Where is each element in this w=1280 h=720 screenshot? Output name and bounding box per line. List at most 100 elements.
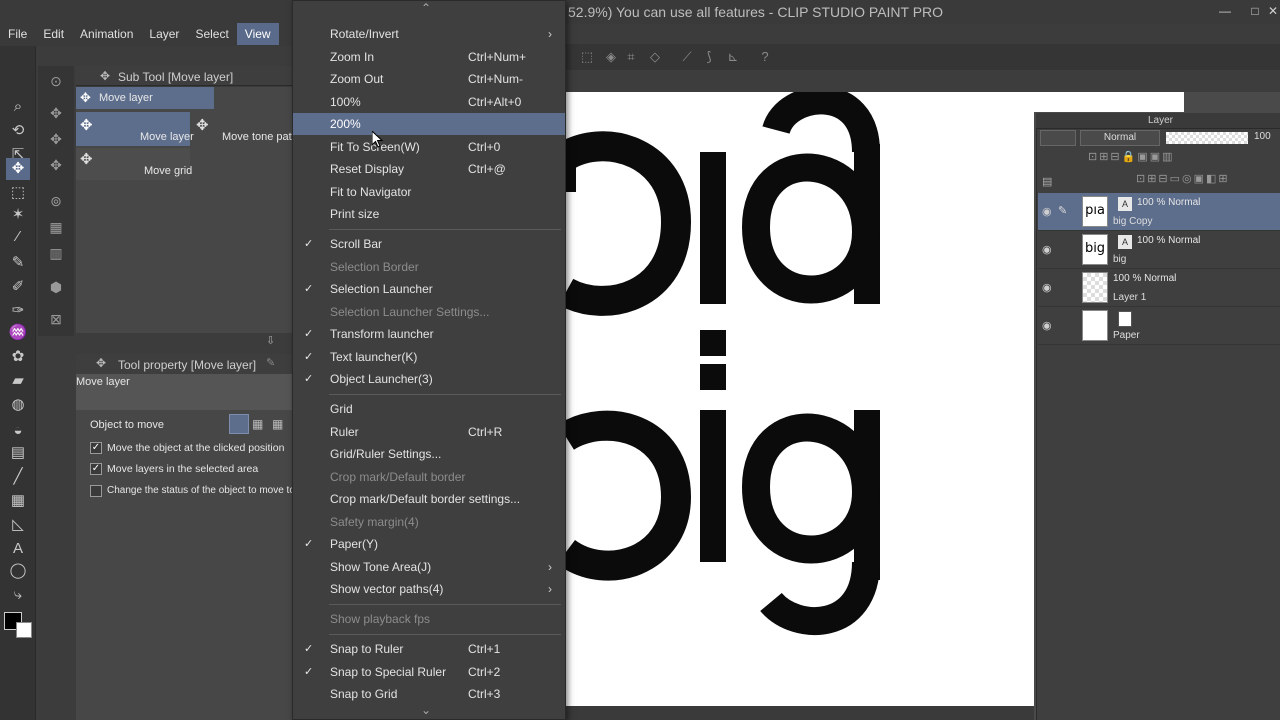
opacity-slider[interactable] bbox=[1166, 132, 1248, 144]
auto-select-icon[interactable]: ✶ bbox=[6, 204, 30, 226]
menu-item-text-launcher[interactable]: ✓ Text launcher(K) bbox=[293, 346, 565, 368]
snap-ruler-icon[interactable]: ⟋ bbox=[678, 48, 696, 66]
tile-icon[interactable]: ▥ bbox=[44, 242, 68, 264]
fill-icon[interactable]: ◈ bbox=[602, 48, 620, 66]
menu-item-ruler[interactable]: Ruler Ctrl+R bbox=[293, 421, 565, 443]
menu-item-100[interactable]: 100% Ctrl+Alt+0 bbox=[293, 91, 565, 113]
layer-color-dropdown[interactable] bbox=[1040, 130, 1076, 146]
layer-row[interactable]: ◉ ✎ pıa A 100 % Normal big Copy bbox=[1038, 193, 1280, 231]
menu-item-snap-to-special-ruler[interactable]: ✓ Snap to Special Ruler Ctrl+2 bbox=[293, 661, 565, 683]
subtool-tile-label[interactable]: Move tone patte bbox=[222, 131, 292, 143]
frame-icon[interactable]: ▦ bbox=[6, 490, 30, 512]
menu-animation[interactable]: Animation bbox=[72, 23, 141, 45]
menu-item-snap-to-grid[interactable]: Snap to Grid Ctrl+3 bbox=[293, 683, 565, 705]
move-object-icon[interactable]: ✥ bbox=[44, 128, 68, 150]
selection-tool-icon[interactable]: ⬚ bbox=[6, 182, 30, 204]
layer-row[interactable]: ◉ big A 100 % Normal big bbox=[1038, 231, 1280, 269]
visibility-eye-icon[interactable]: ◉ bbox=[1042, 319, 1052, 332]
object-mode-grid-icon[interactable]: ▦ bbox=[252, 417, 263, 431]
layer-lock-icons[interactable]: ⊡⊞⊟🔒▣▣▥ bbox=[1088, 150, 1276, 166]
menu-item-selection-launcher[interactable]: ✓ Selection Launcher bbox=[293, 278, 565, 300]
layer-row[interactable]: ◉ Paper bbox=[1038, 307, 1280, 345]
move-tool-icon[interactable]: ✥ bbox=[6, 158, 30, 180]
snap-special-icon[interactable]: ⟆ bbox=[700, 48, 718, 66]
menu-layer[interactable]: Layer bbox=[141, 23, 187, 45]
horizontal-scrollbar[interactable] bbox=[566, 706, 1034, 720]
menu-item-transform-launcher[interactable]: ✓ Transform launcher bbox=[293, 323, 565, 345]
correct-line-icon[interactable]: ⤷ bbox=[6, 584, 30, 606]
eraser-icon[interactable]: ▰ bbox=[6, 370, 30, 392]
lasso-tool-icon[interactable]: ⟲ bbox=[6, 120, 30, 142]
pencil-icon[interactable]: ✐ bbox=[6, 276, 30, 298]
move-option-icon[interactable]: ✥ bbox=[44, 154, 68, 176]
balloon-icon[interactable]: ◯ bbox=[6, 560, 30, 582]
crop-icon[interactable]: ⌗ bbox=[622, 48, 640, 66]
menu-select[interactable]: Select bbox=[187, 23, 236, 45]
pen-icon[interactable]: ✎ bbox=[6, 252, 30, 274]
menu-edit[interactable]: Edit bbox=[35, 23, 72, 45]
shape-icon[interactable]: ◇ bbox=[646, 48, 664, 66]
menu-item-show-tone-area[interactable]: Show Tone Area(J) › bbox=[293, 556, 565, 578]
balloon-tail-icon[interactable]: ◺ bbox=[6, 514, 30, 536]
option-checkbox-3[interactable] bbox=[90, 485, 102, 497]
canvas[interactable] bbox=[566, 92, 1034, 706]
text-tool-icon[interactable]: A bbox=[6, 538, 30, 560]
menu-item-fit-to-screen[interactable]: Fit To Screen(W) Ctrl+0 bbox=[293, 136, 565, 158]
airbrush-icon[interactable]: ♒ bbox=[6, 322, 30, 344]
maximize-button[interactable]: □ bbox=[1246, 3, 1264, 19]
menu-item-zoom-in[interactable]: Zoom In Ctrl+Num+ bbox=[293, 46, 565, 68]
option-checkbox-2[interactable]: ✓ bbox=[90, 463, 102, 475]
menu-item-scroll-bar[interactable]: ✓ Scroll Bar bbox=[293, 233, 565, 255]
material-icon[interactable]: ⬢ bbox=[44, 276, 68, 298]
menu-item-paper[interactable]: ✓ Paper(Y) bbox=[293, 533, 565, 555]
edit-icon[interactable]: ✎ bbox=[266, 356, 275, 369]
menu-item-200[interactable]: 200% bbox=[293, 113, 565, 135]
menu-item-fit-to-navigator[interactable]: Fit to Navigator bbox=[293, 181, 565, 203]
visibility-eye-icon[interactable]: ◉ bbox=[1042, 205, 1052, 218]
fill-tool-icon[interactable]: ◒ bbox=[6, 420, 30, 442]
subtool-selected-label: Move layer bbox=[99, 92, 153, 104]
menu-item-object-launcher[interactable]: ✓ Object Launcher(3) bbox=[293, 368, 565, 390]
menu-scroll-up-icon[interactable]: ⌃ bbox=[421, 1, 431, 15]
snap-grid-icon[interactable]: ⊾ bbox=[724, 48, 742, 66]
object-mode-layer-icon[interactable] bbox=[229, 414, 249, 434]
menu-scroll-down-icon[interactable]: ⌄ bbox=[421, 703, 431, 717]
move-group-icon[interactable]: ✥ bbox=[44, 102, 68, 124]
sub-color-swatch[interactable] bbox=[16, 622, 32, 638]
menu-item-print-size[interactable]: Print size bbox=[293, 203, 565, 225]
menu-item-reset-display[interactable]: Reset Display Ctrl+@ bbox=[293, 158, 565, 180]
layer-action-icons[interactable]: ⊡⊞⊟▭◎▣◧⊞ bbox=[1136, 172, 1276, 188]
menu-item-rotate-invert[interactable]: Rotate/Invert › bbox=[293, 23, 565, 45]
brush-icon[interactable]: ✑ bbox=[6, 300, 30, 322]
menu-item-snap-to-ruler[interactable]: ✓ Snap to Ruler Ctrl+1 bbox=[293, 638, 565, 660]
visibility-eye-icon[interactable]: ◉ bbox=[1042, 243, 1052, 256]
layer-row[interactable]: ◉ 100 % Normal Layer 1 bbox=[1038, 269, 1280, 307]
visibility-eye-icon[interactable]: ◉ bbox=[1042, 281, 1052, 294]
blend-mode-select[interactable]: Normal bbox=[1080, 130, 1160, 146]
transform-icon[interactable]: ⬚ bbox=[578, 48, 596, 66]
menu-item-show-vector-paths[interactable]: Show vector paths(4) › bbox=[293, 578, 565, 600]
menu-view[interactable]: View bbox=[236, 23, 279, 45]
object-mode-tone-icon[interactable]: ▦ bbox=[272, 417, 283, 431]
menu-item-crop-mark-settings[interactable]: Crop mark/Default border settings... bbox=[293, 488, 565, 510]
close-palette-icon[interactable]: ⊠ bbox=[44, 308, 68, 330]
blend-icon[interactable]: ◍ bbox=[6, 394, 30, 416]
close-button[interactable]: ✕ bbox=[1264, 3, 1280, 19]
decoration-icon[interactable]: ✿ bbox=[6, 346, 30, 368]
add-subtool-icon[interactable]: ⇩ bbox=[266, 334, 275, 347]
layer-property-icon[interactable]: ▤ bbox=[1042, 175, 1052, 188]
eyedropper-icon[interactable]: ⁄ bbox=[6, 226, 30, 248]
layer-move-icon[interactable]: ⊚ bbox=[44, 190, 68, 212]
zoom-group-icon[interactable]: ⊙ bbox=[44, 70, 68, 92]
menu-item-grid[interactable]: Grid bbox=[293, 398, 565, 420]
zoom-tool-icon[interactable]: ⌕ bbox=[6, 96, 30, 118]
figure-icon[interactable]: ╱ bbox=[6, 466, 30, 488]
menu-item-grid-ruler-settings[interactable]: Grid/Ruler Settings... bbox=[293, 443, 565, 465]
option-checkbox-1[interactable]: ✓ bbox=[90, 442, 102, 454]
menu-file[interactable]: File bbox=[0, 23, 35, 45]
gradient-icon[interactable]: ▤ bbox=[6, 442, 30, 464]
menu-item-zoom-out[interactable]: Zoom Out Ctrl+Num- bbox=[293, 68, 565, 90]
minimize-button[interactable]: — bbox=[1216, 3, 1234, 19]
help-icon[interactable]: ? bbox=[756, 48, 774, 66]
grid-move-icon[interactable]: ▦ bbox=[44, 216, 68, 238]
